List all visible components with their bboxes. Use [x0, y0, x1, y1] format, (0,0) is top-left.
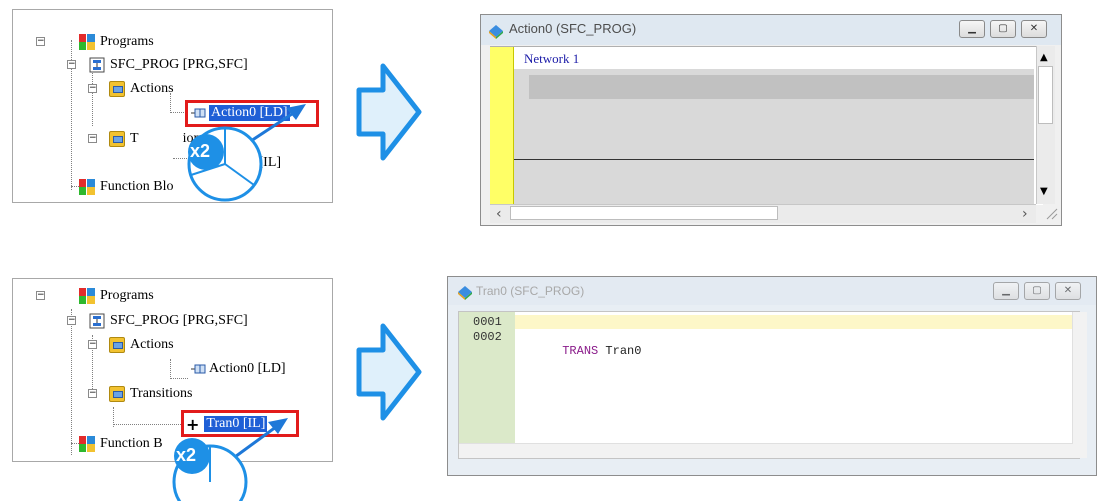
sfc-program-icon	[89, 313, 105, 329]
window-app-icon	[456, 283, 474, 306]
il-line-number: 0002	[473, 330, 502, 344]
collapse-toggle[interactable]: −	[67, 60, 76, 69]
tree-label: Transitions	[130, 386, 193, 401]
tree-line	[92, 68, 93, 126]
window-title: Tran0 (SFC_PROG)	[476, 284, 585, 298]
collapse-toggle[interactable]: −	[88, 134, 97, 143]
tree-label: Programs	[100, 34, 154, 49]
tree-item-programs[interactable]: Programs	[79, 286, 154, 306]
double-click-badge: x2	[190, 141, 211, 161]
tree-label: SFC_PROG [PRG,SFC]	[110, 313, 248, 328]
transitions-folder-icon	[109, 131, 125, 147]
sfc-program-icon	[89, 57, 105, 73]
tree-label: Action0 [LD]	[209, 361, 286, 376]
tree-label: T	[130, 131, 139, 146]
tree-line	[170, 359, 171, 379]
il-code-text: Tran0	[598, 344, 642, 358]
il-keyword: TRANS	[562, 344, 599, 358]
horizontal-scrollbar[interactable]: ‹ ›	[490, 204, 1036, 223]
collapse-toggle[interactable]: −	[88, 340, 97, 349]
il-editor-window: Tran0 (SFC_PROG) ▁ ▢ ✕ 0001 0002 TRANS T…	[447, 276, 1097, 476]
arrow-right-icon	[356, 323, 422, 421]
collapse-toggle[interactable]: −	[67, 316, 76, 325]
tree-label: Actions	[130, 337, 174, 352]
collapse-toggle[interactable]: −	[88, 84, 97, 93]
scroll-right-arrow-icon[interactable]: ›	[1022, 206, 1028, 222]
collapse-toggle[interactable]: −	[36, 37, 45, 46]
function-blocks-icon	[79, 179, 95, 195]
tree-item-action0[interactable]: Action0 [LD]	[191, 359, 286, 379]
tree-item-function-blocks[interactable]: Function Blo	[79, 177, 174, 197]
tree-label: Function B	[100, 436, 163, 451]
vertical-scrollbar[interactable]	[1072, 312, 1087, 458]
tree-label: Function Blo	[100, 179, 174, 194]
il-code-line[interactable]: TRANS Tran0	[519, 330, 641, 372]
maximize-button[interactable]: ▢	[1024, 282, 1050, 300]
actions-folder-icon	[109, 81, 125, 97]
programs-icon	[79, 288, 95, 304]
window-title: Action0 (SFC_PROG)	[509, 21, 637, 36]
il-editor-canvas[interactable]: 0001 0002 TRANS Tran0	[458, 311, 1080, 459]
collapse-toggle[interactable]: −	[36, 291, 45, 300]
tree-label: SFC_PROG [PRG,SFC]	[110, 57, 248, 72]
scroll-thumb[interactable]	[1038, 66, 1053, 124]
ld-editor-canvas[interactable]: Network 1	[490, 46, 1043, 205]
tree-item-function-blocks[interactable]: Function B	[79, 434, 163, 454]
maximize-button[interactable]: ▢	[990, 20, 1016, 38]
collapse-toggle[interactable]: −	[88, 389, 97, 398]
tree-item-actions[interactable]: Actions	[109, 335, 174, 355]
il-current-line-highlight	[515, 315, 1075, 329]
close-button[interactable]: ✕	[1021, 20, 1047, 38]
function-blocks-icon	[79, 436, 95, 452]
ld-left-gutter	[490, 47, 514, 205]
il-line-number: 0001	[473, 315, 502, 329]
minimize-button[interactable]: ▁	[993, 282, 1019, 300]
programs-icon	[79, 34, 95, 50]
scroll-up-arrow-icon[interactable]: ▲	[1040, 52, 1048, 63]
close-button[interactable]: ✕	[1055, 282, 1081, 300]
tree-item-actions[interactable]: Actions	[109, 79, 174, 99]
vertical-scrollbar[interactable]: ▲ ▼	[1036, 46, 1055, 204]
transitions-folder-icon	[109, 386, 125, 402]
ld-action-icon	[191, 361, 207, 377]
tree-item-transitions[interactable]: Transitions	[109, 384, 193, 404]
scroll-down-arrow-icon[interactable]: ▼	[1040, 186, 1048, 197]
tree-line	[71, 309, 72, 455]
arrow-right-icon	[356, 63, 422, 161]
tree-item-sfc-prog[interactable]: SFC_PROG [PRG,SFC]	[89, 55, 248, 75]
network-label: Network 1	[524, 51, 580, 66]
tree-line	[170, 378, 188, 379]
tree-label: Actions	[130, 81, 174, 96]
ld-editor-window: Action0 (SFC_PROG) ▁ ▢ ✕ Network 1 ▲ ▼ ‹…	[480, 14, 1062, 226]
scroll-left-arrow-icon[interactable]: ‹	[496, 206, 502, 222]
tree-label: Programs	[100, 288, 154, 303]
resize-grip-icon[interactable]	[1043, 205, 1059, 221]
actions-folder-icon	[109, 337, 125, 353]
network-divider	[514, 159, 1034, 160]
minimize-button[interactable]: ▁	[959, 20, 985, 38]
horizontal-scrollbar[interactable]	[459, 443, 1073, 458]
scroll-thumb[interactable]	[510, 206, 778, 220]
rung-selection	[529, 75, 1034, 99]
tree-item-sfc-prog[interactable]: SFC_PROG [PRG,SFC]	[89, 311, 248, 331]
tree-item-programs[interactable]: Programs	[79, 32, 154, 52]
double-click-badge: x2	[176, 445, 197, 465]
window-app-icon	[487, 22, 505, 45]
